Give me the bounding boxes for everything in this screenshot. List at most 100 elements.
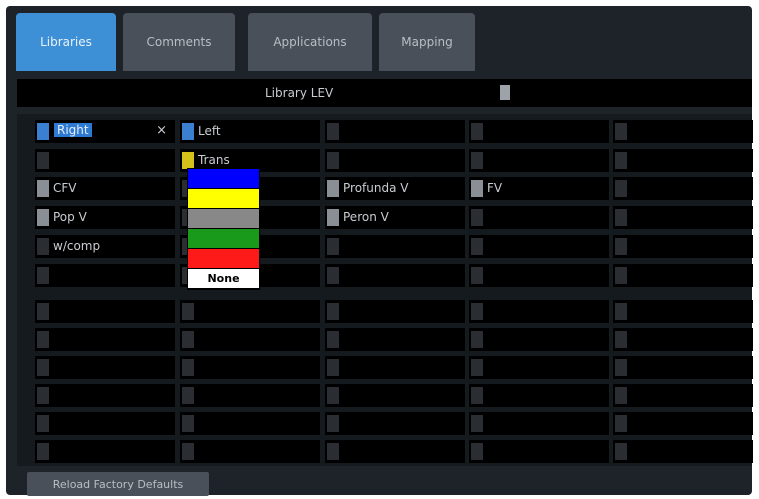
color-swatch[interactable] <box>182 303 194 320</box>
color-swatch[interactable] <box>471 180 483 197</box>
color-swatch[interactable] <box>615 180 627 197</box>
library-entry-cell[interactable] <box>35 264 175 287</box>
color-swatch[interactable] <box>182 387 194 404</box>
library-entry-cell[interactable]: CFV <box>35 177 175 200</box>
library-entry-cell[interactable] <box>469 328 609 351</box>
color-swatch[interactable] <box>327 152 339 169</box>
color-swatch[interactable] <box>182 443 194 460</box>
color-swatch[interactable] <box>182 359 194 376</box>
library-entry-cell[interactable] <box>613 177 753 200</box>
color-swatch[interactable] <box>615 267 627 284</box>
color-swatch[interactable] <box>37 180 49 197</box>
library-entry-cell[interactable] <box>469 264 609 287</box>
library-entry-cell[interactable]: Pop V <box>35 206 175 229</box>
dropdown-arrow-icon[interactable] <box>500 85 510 100</box>
color-option[interactable] <box>188 169 259 188</box>
color-swatch[interactable] <box>37 387 49 404</box>
library-entry-cell[interactable] <box>469 120 609 143</box>
library-entry-cell[interactable] <box>613 120 753 143</box>
library-entry-cell[interactable] <box>613 206 753 229</box>
library-entry-cell[interactable]: w/comp <box>35 235 175 258</box>
library-entry-cell[interactable] <box>613 440 753 463</box>
color-swatch[interactable] <box>615 331 627 348</box>
library-entry-cell[interactable] <box>325 264 465 287</box>
color-swatch[interactable] <box>327 443 339 460</box>
library-entry-cell[interactable]: Peron V <box>325 206 465 229</box>
color-swatch[interactable] <box>615 359 627 376</box>
color-swatch[interactable] <box>327 415 339 432</box>
color-option[interactable] <box>188 189 259 208</box>
color-swatch[interactable] <box>182 415 194 432</box>
library-entry-cell[interactable] <box>180 356 320 379</box>
library-entry-cell[interactable]: Profunda V <box>325 177 465 200</box>
library-entry-cell[interactable] <box>35 149 175 172</box>
library-entry-cell[interactable] <box>469 384 609 407</box>
library-entry-cell[interactable] <box>325 149 465 172</box>
library-entry-cell[interactable] <box>325 235 465 258</box>
color-swatch[interactable] <box>182 123 194 140</box>
library-entry-cell[interactable] <box>469 300 609 323</box>
library-entry-cell[interactable] <box>180 300 320 323</box>
color-swatch[interactable] <box>327 303 339 320</box>
library-entry-cell[interactable] <box>469 206 609 229</box>
color-swatch[interactable] <box>471 443 483 460</box>
color-swatch[interactable] <box>471 303 483 320</box>
color-swatch[interactable] <box>327 267 339 284</box>
color-swatch[interactable] <box>615 152 627 169</box>
tab-applications[interactable]: Applications <box>248 13 372 71</box>
color-swatch[interactable] <box>471 359 483 376</box>
color-swatch[interactable] <box>182 331 194 348</box>
tab-libraries[interactable]: Libraries <box>16 13 116 71</box>
color-swatch[interactable] <box>37 267 49 284</box>
library-entry-cell[interactable] <box>35 328 175 351</box>
color-swatch[interactable] <box>615 123 627 140</box>
color-swatch[interactable] <box>615 209 627 226</box>
color-swatch[interactable] <box>37 359 49 376</box>
color-swatch[interactable] <box>327 359 339 376</box>
library-entry-cell[interactable] <box>469 235 609 258</box>
color-swatch[interactable] <box>615 443 627 460</box>
library-entry-cell[interactable] <box>180 328 320 351</box>
color-swatch[interactable] <box>615 387 627 404</box>
color-swatch[interactable] <box>327 331 339 348</box>
library-entry-cell[interactable] <box>469 356 609 379</box>
color-swatch[interactable] <box>471 267 483 284</box>
library-entry-cell[interactable] <box>325 300 465 323</box>
color-swatch[interactable] <box>471 387 483 404</box>
color-swatch[interactable] <box>471 152 483 169</box>
library-entry-cell[interactable] <box>469 412 609 435</box>
color-swatch[interactable] <box>37 152 49 169</box>
color-swatch[interactable] <box>37 238 49 255</box>
color-option-none[interactable]: None <box>188 269 259 288</box>
library-entry-cell[interactable] <box>180 440 320 463</box>
library-entry-cell[interactable] <box>613 235 753 258</box>
color-swatch[interactable] <box>37 209 49 226</box>
library-entry-cell[interactable] <box>613 384 753 407</box>
library-entry-cell[interactable] <box>613 149 753 172</box>
library-entry-cell[interactable] <box>35 356 175 379</box>
library-entry-cell[interactable]: FV <box>469 177 609 200</box>
color-option[interactable] <box>188 249 259 268</box>
library-entry-cell[interactable] <box>613 264 753 287</box>
color-swatch[interactable] <box>37 123 49 140</box>
library-entry-cell[interactable] <box>325 440 465 463</box>
tab-mapping[interactable]: Mapping <box>379 13 475 71</box>
library-entry-cell[interactable] <box>180 412 320 435</box>
color-swatch[interactable] <box>615 303 627 320</box>
color-swatch[interactable] <box>327 387 339 404</box>
color-swatch[interactable] <box>615 415 627 432</box>
color-swatch[interactable] <box>471 415 483 432</box>
color-swatch[interactable] <box>37 415 49 432</box>
color-swatch[interactable] <box>37 443 49 460</box>
library-entry-cell[interactable] <box>180 384 320 407</box>
color-swatch[interactable] <box>37 303 49 320</box>
library-entry-cell[interactable] <box>35 300 175 323</box>
library-entry-cell[interactable] <box>469 149 609 172</box>
color-swatch[interactable] <box>327 123 339 140</box>
library-entry-cell[interactable] <box>325 356 465 379</box>
color-swatch[interactable] <box>471 331 483 348</box>
library-entry-cell[interactable] <box>325 120 465 143</box>
library-entry-cell[interactable] <box>469 440 609 463</box>
color-swatch[interactable] <box>182 152 194 169</box>
library-entry-cell[interactable]: Right × <box>35 120 175 143</box>
